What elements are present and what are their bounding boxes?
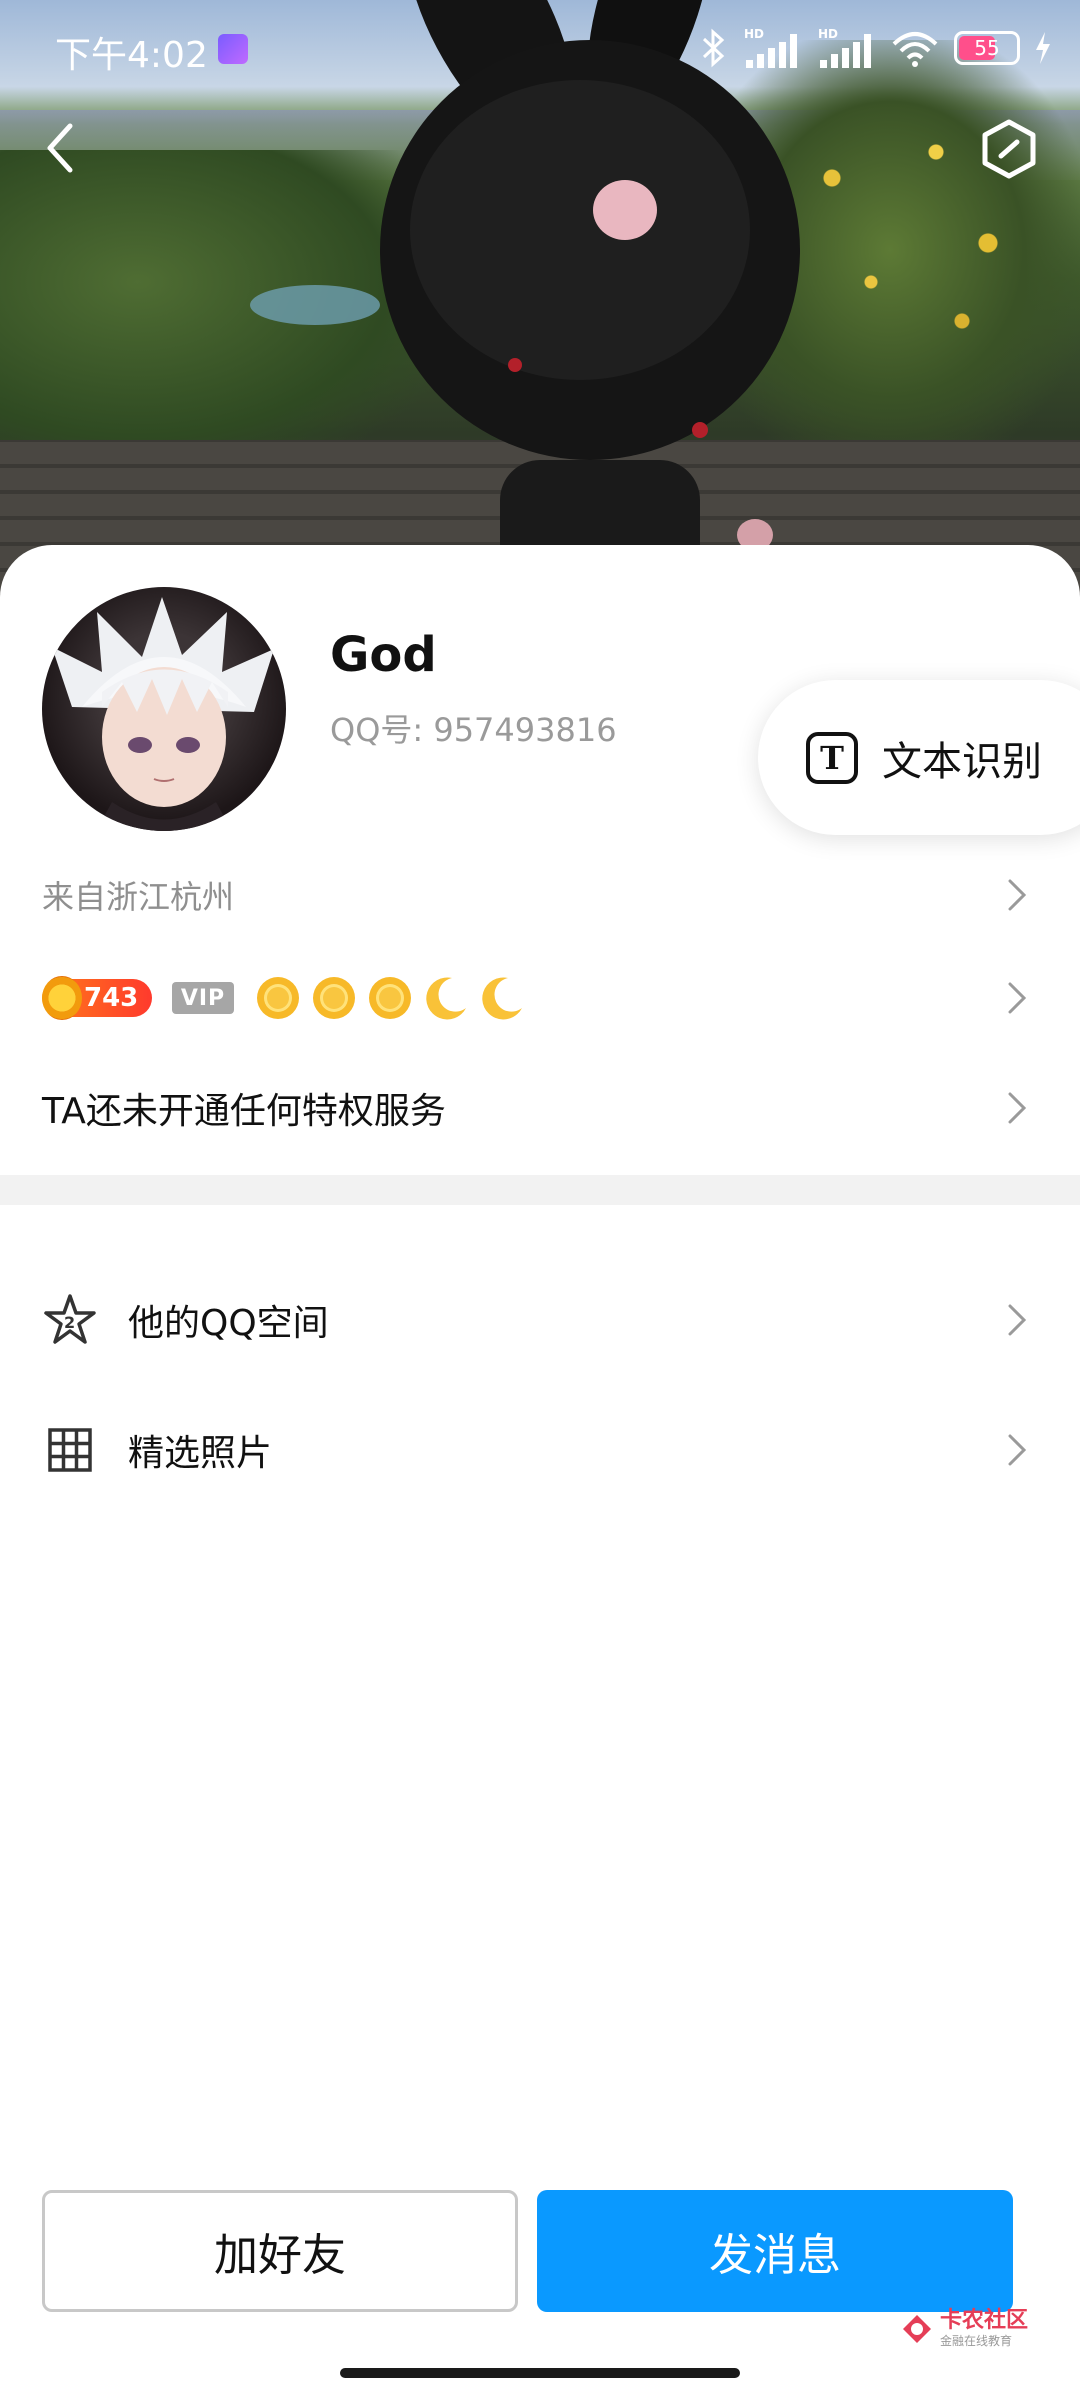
- profile-card: God QQ号: 957493816 T 文本识别 来自浙江杭州 743 VIP: [0, 545, 1080, 2400]
- qzone-row[interactable]: 2 他的QQ空间: [0, 1275, 1080, 1365]
- text-recognition-label: 文本识别: [882, 738, 1042, 785]
- qzone-label: 他的QQ空间: [128, 1303, 329, 1344]
- status-icons: HD HD 55: [698, 26, 1052, 70]
- photo-grid-icon: [48, 1428, 92, 1472]
- featured-photos-row[interactable]: 精选照片: [0, 1405, 1080, 1495]
- signal-icon: HD: [744, 27, 797, 68]
- status-bar: 下午4:02 HD HD 55: [0, 0, 1080, 100]
- status-time: 下午4:02: [55, 35, 208, 76]
- text-recognition-icon: T: [806, 731, 858, 784]
- text-recognition-button[interactable]: T 文本识别: [758, 680, 1080, 835]
- bluetooth-icon: [702, 28, 725, 68]
- home-indicator[interactable]: [340, 2368, 740, 2378]
- watermark-subtitle: 金融在线教育: [940, 2334, 1013, 2348]
- featured-photos-label: 精选照片: [128, 1433, 273, 1474]
- svg-text:2: 2: [64, 1313, 75, 1332]
- privilege-row[interactable]: TA还未开通任何特权服务: [0, 1073, 1080, 1143]
- svg-text:HD: HD: [744, 27, 764, 41]
- coin-badge: 743: [42, 976, 152, 1020]
- chevron-right-icon: [1008, 1434, 1027, 1466]
- chevron-right-icon: [1008, 1304, 1027, 1336]
- vip-badge: VIP: [172, 982, 234, 1014]
- charging-icon: [1036, 32, 1050, 64]
- moon-icon: [482, 977, 522, 1020]
- chevron-right-icon: [1008, 879, 1027, 911]
- section-divider: [0, 1175, 1080, 1205]
- cover-pond: [250, 285, 380, 325]
- coin-count: 743: [84, 983, 139, 1013]
- notification-app-icon: [218, 34, 248, 64]
- watermark-title: 卡农社区: [940, 2308, 1029, 2333]
- avatar-image: [52, 597, 274, 831]
- ar-hexagon-icon[interactable]: [980, 118, 1038, 180]
- watermark: 卡农社区 金融在线教育: [900, 2310, 1028, 2347]
- sun-icon: [313, 977, 355, 1019]
- privilege-text: TA还未开通任何特权服务: [42, 1091, 446, 1132]
- battery-level: 55: [974, 36, 1000, 60]
- qzone-star-icon: 2: [44, 1294, 96, 1344]
- sun-icon: [257, 977, 299, 1019]
- watermark-logo: [903, 2314, 931, 2343]
- level-row[interactable]: 743 VIP: [0, 963, 1080, 1033]
- back-arrow-icon[interactable]: [40, 118, 80, 178]
- nickname: God: [330, 627, 437, 683]
- add-friend-button[interactable]: 加好友: [42, 2190, 518, 2312]
- location-text: 来自浙江杭州: [42, 878, 235, 916]
- qq-level-icons: [254, 974, 526, 1022]
- avatar[interactable]: [42, 587, 286, 831]
- chevron-right-icon: [1008, 982, 1027, 1014]
- battery-indicator: 55: [954, 31, 1020, 65]
- qq-number: QQ号: 957493816: [330, 711, 617, 749]
- signal-icon-2: HD: [818, 27, 871, 68]
- chevron-right-icon: [1008, 1092, 1027, 1124]
- wifi-icon: [892, 32, 938, 67]
- sun-icon: [369, 977, 411, 1019]
- moon-icon: [426, 977, 466, 1020]
- svg-text:HD: HD: [818, 27, 838, 41]
- location-row[interactable]: 来自浙江杭州: [0, 865, 1080, 925]
- send-message-button[interactable]: 发消息: [537, 2190, 1013, 2312]
